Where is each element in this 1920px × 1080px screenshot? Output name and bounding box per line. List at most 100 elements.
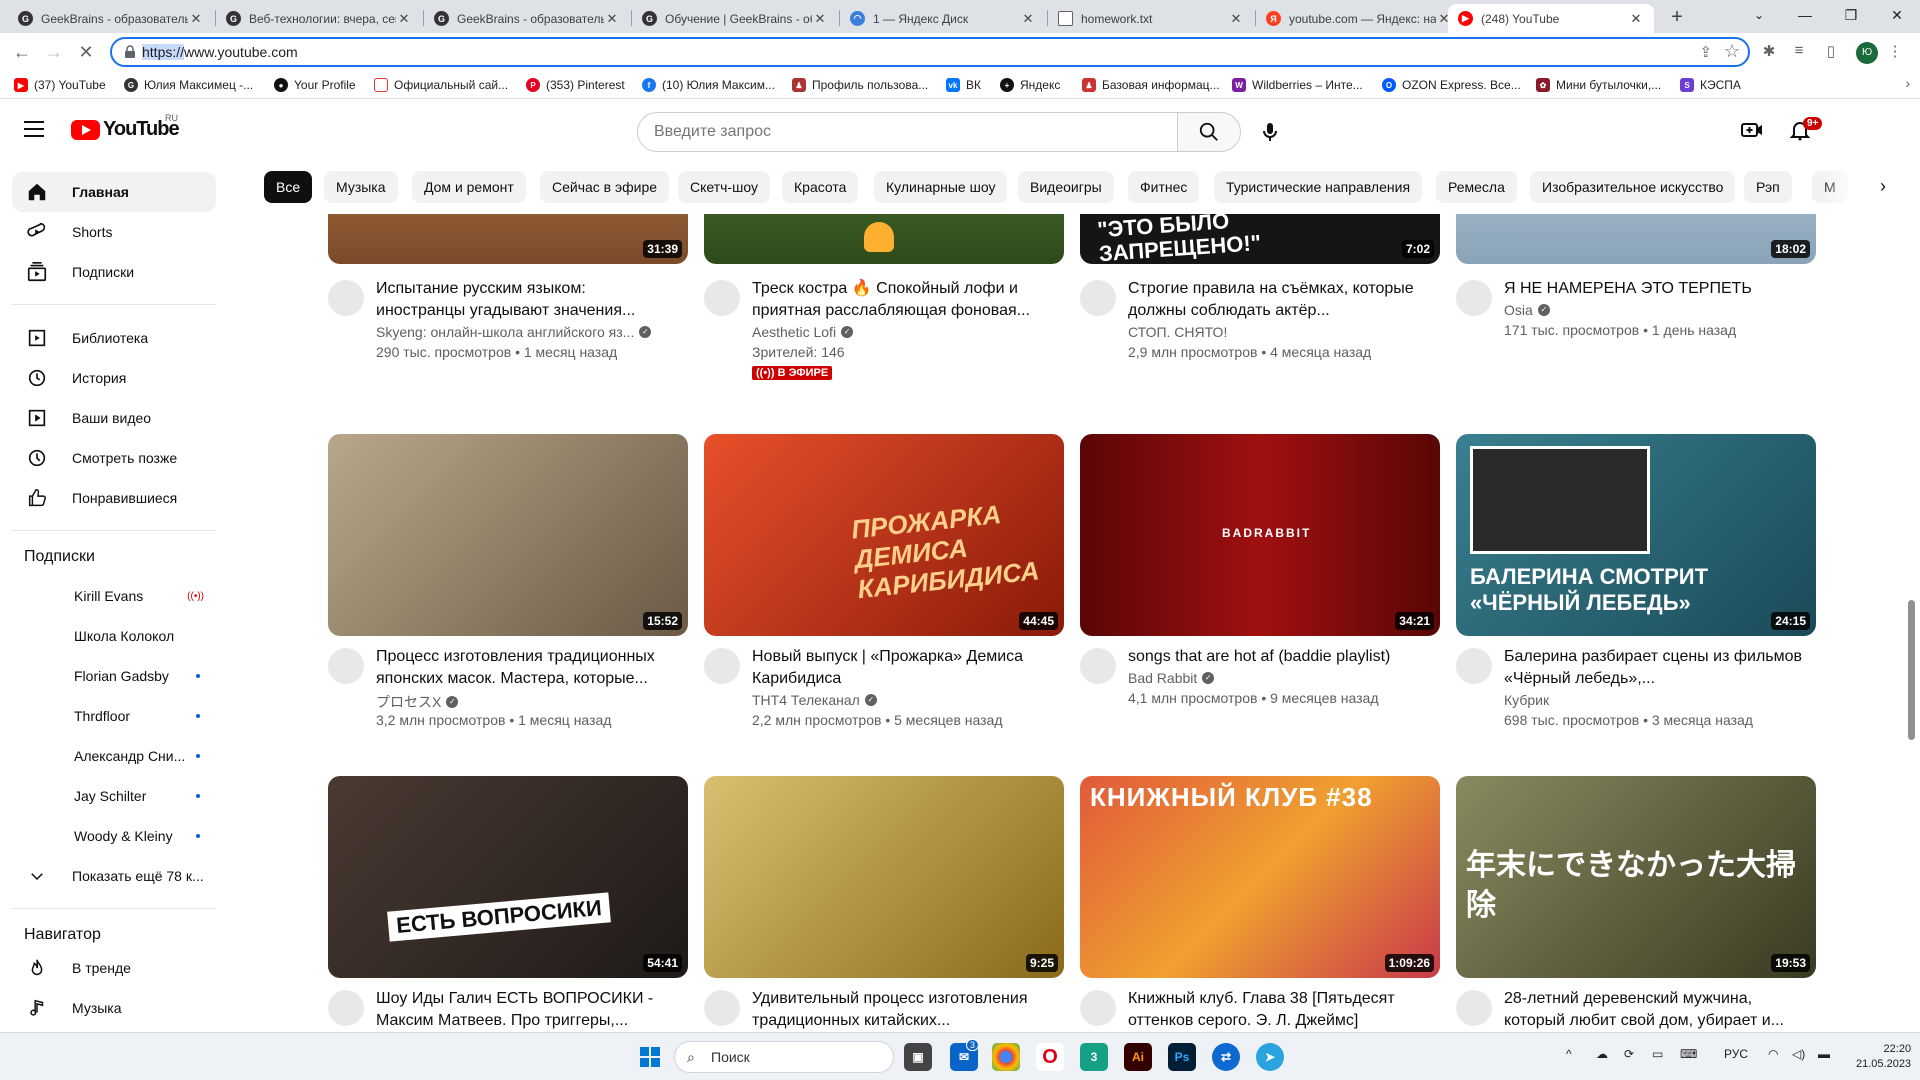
close-tab-icon[interactable]: ✕ — [396, 11, 412, 27]
channel-avatar[interactable] — [1080, 990, 1116, 1026]
sidebar-item-liked[interactable]: Понравившиеся — [12, 478, 216, 518]
sidebar-item-subscriptions[interactable]: Подписки — [12, 252, 216, 292]
video-title[interactable]: 28-летний деревенский мужчина, который л… — [1504, 988, 1804, 1032]
tab-search-icon[interactable]: ⌄ — [1736, 0, 1782, 33]
reading-list-icon[interactable]: ≡ — [1788, 42, 1810, 64]
bookmark-item[interactable]: ▶ (37) YouTube — [14, 76, 106, 94]
video-title[interactable]: songs that are hot af (baddie playlist) — [1128, 646, 1428, 668]
close-tab-icon[interactable]: ✕ — [1628, 11, 1644, 27]
bookmark-item[interactable]: W Wildberries – Инте... — [1232, 76, 1363, 94]
browser-tab[interactable]: Я youtube.com — Яндекс: нашлось ✕ — [1256, 4, 1462, 33]
language-indicator[interactable]: РУС — [1724, 1047, 1748, 1061]
extensions-icon[interactable]: ✱ — [1758, 42, 1780, 64]
chip[interactable]: Рэп — [1744, 171, 1792, 203]
video-thumbnail[interactable]: ЕСТЬ ВОПРОСИКИ 54:41 — [328, 776, 688, 978]
channel-avatar[interactable] — [1080, 280, 1116, 316]
wifi-icon[interactable]: ◠ — [1768, 1047, 1778, 1061]
subscription-item[interactable]: Kirill Evans ((•)) — [12, 576, 216, 616]
maximize-button[interactable]: ❐ — [1828, 0, 1874, 33]
browser-tab[interactable]: G Веб-технологии: вчера, сегодня, завтра… — [216, 4, 422, 33]
cloud-icon[interactable]: ☁ — [1596, 1047, 1608, 1061]
clipboard-icon[interactable]: ▭ — [1652, 1047, 1663, 1061]
app-3-icon[interactable]: 3 — [1080, 1043, 1108, 1071]
video-title[interactable]: Процесс изготовления традиционных японск… — [376, 646, 676, 690]
channel-avatar[interactable] — [1080, 648, 1116, 684]
chip[interactable]: Изобразительное искусство — [1530, 171, 1736, 203]
chip[interactable]: Скетч-шоу — [678, 171, 770, 203]
channel-avatar[interactable] — [328, 648, 364, 684]
close-tab-icon[interactable]: ✕ — [1228, 11, 1244, 27]
channel-name[interactable]: Aesthetic Lofi ✓ — [752, 324, 854, 340]
search-input[interactable] — [637, 112, 1178, 152]
sidebar-item-history[interactable]: История — [12, 358, 216, 398]
bookmark-item[interactable]: ✿ Мини бутылочки,... — [1536, 76, 1661, 94]
windows-start-icon[interactable] — [636, 1043, 664, 1071]
address-bar[interactable]: https://www.youtube.com ⇪ ☆ — [110, 37, 1750, 67]
channel-avatar[interactable] — [1456, 280, 1492, 316]
subscription-item[interactable]: Woody & Kleiny — [12, 816, 216, 856]
bookmark-item[interactable]: P (353) Pinterest — [526, 76, 625, 94]
chip[interactable]: Видеоигры — [1018, 171, 1114, 203]
close-tab-icon[interactable]: ✕ — [604, 11, 620, 27]
video-title[interactable]: Удивительный процесс изготовления традиц… — [752, 988, 1052, 1032]
profile-avatar[interactable]: Ю — [1856, 42, 1878, 64]
video-title[interactable]: Шоу Иды Галич ЕСТЬ ВОПРОСИКИ - Максим Ма… — [376, 988, 676, 1032]
bookmark-item[interactable]: f (10) Юлия Максим... — [642, 76, 775, 94]
chip[interactable]: Сейчас в эфире — [540, 171, 670, 203]
video-thumbnail[interactable]: "ЭТО БЫЛО ЗАПРЕЩЕНО!" 7:02 — [1080, 214, 1440, 264]
bookmark-item[interactable]: vk ВК — [946, 76, 981, 94]
video-thumbnail[interactable]: 9:25 — [704, 776, 1064, 978]
channel-avatar[interactable] — [328, 990, 364, 1026]
page-scrollbar[interactable] — [1908, 600, 1915, 740]
close-tab-icon[interactable]: ✕ — [1020, 11, 1036, 27]
illustrator-icon[interactable]: Ai — [1124, 1043, 1152, 1071]
telegram-icon[interactable]: ➤ — [1256, 1043, 1284, 1071]
chip[interactable]: Ремесла — [1436, 171, 1517, 203]
opera-icon[interactable]: O — [1036, 1043, 1064, 1071]
subscription-item[interactable]: Александр Сни... — [12, 736, 216, 776]
voice-search-button[interactable] — [1250, 112, 1290, 152]
browser-tab-active[interactable]: ▶ (248) YouTube ✕ — [1448, 4, 1654, 33]
chrome-icon[interactable] — [992, 1043, 1020, 1071]
stop-loading-icon[interactable]: ✕ — [74, 40, 98, 64]
video-thumbnail[interactable]: 31:39 — [328, 214, 688, 264]
bookmark-item[interactable]: O OZON Express. Все... — [1382, 76, 1521, 94]
keyboard-icon[interactable]: ⌨ — [1680, 1047, 1697, 1061]
browser-menu-icon[interactable]: ⋮ — [1884, 42, 1906, 64]
minimize-button[interactable]: — — [1782, 0, 1828, 33]
video-thumbnail[interactable]: ПРОЖАРКА ДЕМИСА КАРИБИДИСА 44:45 — [704, 434, 1064, 636]
subscription-item[interactable]: Florian Gadsby — [12, 656, 216, 696]
video-title[interactable]: Балерина разбирает сцены из фильмов «Чёр… — [1504, 646, 1804, 690]
close-window-button[interactable]: ✕ — [1874, 0, 1920, 33]
channel-avatar[interactable] — [1456, 990, 1492, 1026]
side-panel-icon[interactable]: ▯ — [1820, 42, 1842, 64]
video-title[interactable]: Строгие правила на съёмках, которые долж… — [1128, 278, 1428, 322]
browser-tab[interactable]: G GeekBrains - образовательный портал ✕ — [8, 4, 214, 33]
volume-icon[interactable]: ◁) — [1792, 1047, 1805, 1061]
bookmark-item[interactable]: + Яндекс — [1000, 76, 1060, 94]
taskbar-clock[interactable]: 22:20 21.05.2023 — [1856, 1042, 1911, 1072]
browser-tab[interactable]: G GeekBrains - образовательный портал ✕ — [424, 4, 630, 33]
taskbar-search[interactable]: ⌕ Поиск — [674, 1041, 894, 1073]
task-view-icon[interactable]: ▣ — [904, 1043, 932, 1071]
menu-icon[interactable] — [24, 121, 44, 137]
bookmark-item[interactable]: Официальный сай... — [374, 76, 508, 94]
channel-name[interactable]: プロセスX ✓ — [376, 692, 459, 712]
video-title[interactable]: Треск костра 🔥 Спокойный лофи и приятная… — [752, 278, 1052, 322]
video-title[interactable]: Испытание русским языком: иностранцы уга… — [376, 278, 676, 322]
video-title[interactable]: Новый выпуск | «Прожарка» Демиса Карибид… — [752, 646, 1052, 690]
video-thumbnail[interactable]: КНИЖНЫЙ КЛУБ #38 1:09:26 — [1080, 776, 1440, 978]
channel-avatar[interactable] — [704, 280, 740, 316]
sidebar-item-trending[interactable]: В тренде — [12, 948, 216, 988]
chip[interactable]: Фитнес — [1128, 171, 1200, 203]
channel-avatar[interactable] — [704, 648, 740, 684]
video-thumbnail[interactable]: 15:52 — [328, 434, 688, 636]
video-thumbnail[interactable]: BADRABBIT 34:21 — [1080, 434, 1440, 636]
sync-icon[interactable]: ⟳ — [1624, 1047, 1634, 1061]
close-tab-icon[interactable]: ✕ — [188, 11, 204, 27]
tray-chevron-icon[interactable]: ^ — [1566, 1047, 1572, 1061]
chevron-right-icon[interactable]: › — [1868, 172, 1898, 202]
share-icon[interactable]: ⇪ — [1699, 43, 1712, 61]
youtube-logo[interactable]: YouTube RU — [71, 113, 180, 141]
photoshop-icon[interactable]: Ps — [1168, 1043, 1196, 1071]
